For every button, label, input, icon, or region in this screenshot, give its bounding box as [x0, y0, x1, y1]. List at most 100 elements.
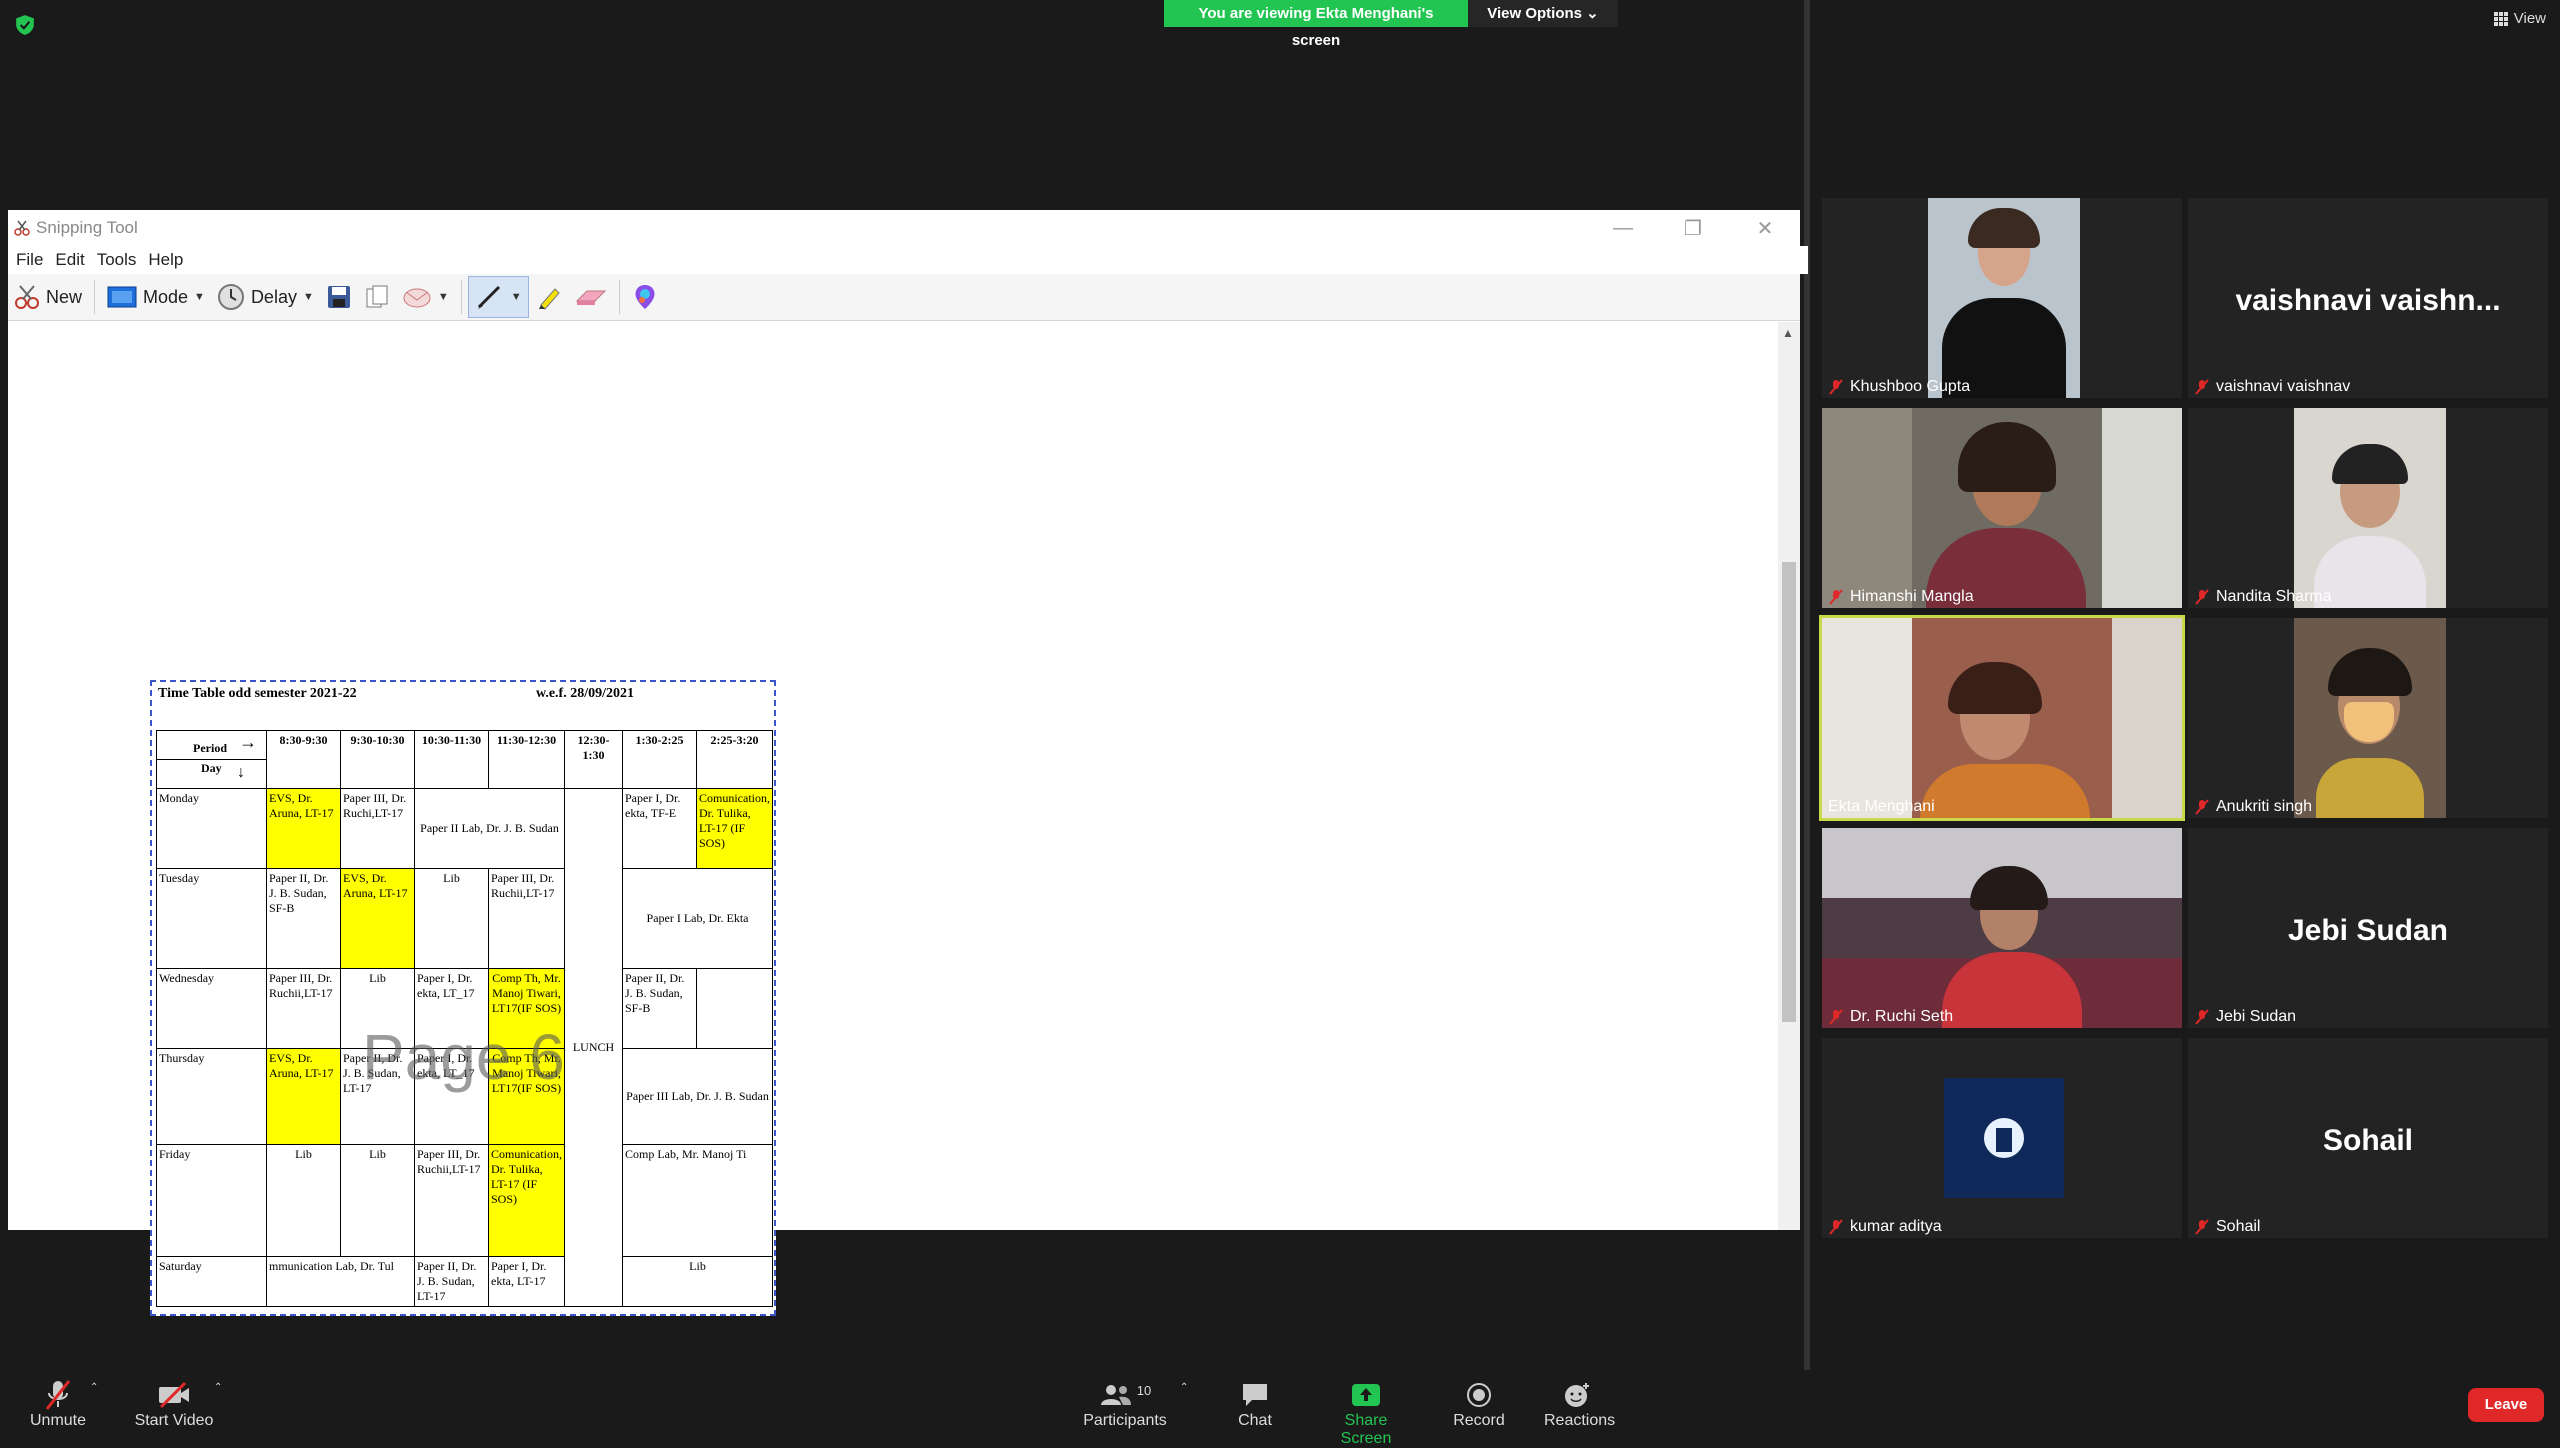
table-row-friday: Friday Lib Lib Paper III, Dr. Ruchii,LT-… [156, 1144, 773, 1257]
panel-divider[interactable] [1804, 0, 1810, 1375]
participant-tile[interactable]: vaishnavi vaishn... vaishnavi vaishnav [2188, 198, 2548, 398]
video-options-icon[interactable]: ⌃ [214, 1382, 222, 1393]
participant-tile[interactable]: Himanshi Mangla [1822, 408, 2182, 608]
copy-icon [366, 285, 388, 308]
class-cell: Lib [622, 1256, 773, 1307]
send-dropdown-icon[interactable]: ▼ [438, 291, 449, 303]
table-header-row: Period → Day ↓ 8:30-9:30 9:30-10:30 10:3… [156, 730, 773, 789]
reactions-label: Reactions [1544, 1412, 1616, 1429]
participant-name: Ekta Menghani [1828, 798, 1935, 815]
participant-tile[interactable]: Nandita Sharma [2188, 408, 2548, 608]
menu-help[interactable]: Help [148, 250, 183, 270]
security-shield-icon[interactable] [14, 14, 36, 36]
menu-edit[interactable]: Edit [55, 250, 84, 270]
day-cell: Tuesday [156, 868, 267, 969]
class-cell: Lib [266, 1144, 341, 1257]
participant-tile[interactable]: Sohail Sohail [2188, 1038, 2548, 1238]
mode-dropdown-icon[interactable]: ▼ [194, 291, 205, 303]
vertical-scrollbar[interactable]: ▲ [1778, 322, 1800, 1230]
record-button[interactable]: Record [1452, 1378, 1506, 1430]
mic-muted-icon [1829, 379, 1843, 395]
lunch-cell: LUNCH [564, 788, 623, 1307]
unmute-label: Unmute [29, 1412, 87, 1429]
participant-tile[interactable]: Khushboo Gupta [1822, 198, 2182, 398]
mic-muted-icon [45, 1380, 71, 1410]
mode-label: Mode [143, 286, 189, 307]
participant-tile[interactable]: Anukriti singh [2188, 618, 2548, 818]
share-screen-button[interactable]: Share Screen [1318, 1378, 1414, 1448]
record-icon [1467, 1383, 1491, 1407]
scrollbar-thumb[interactable] [1782, 562, 1796, 1022]
unmute-button[interactable]: Unmute [28, 1378, 88, 1430]
pen-button[interactable]: ▼ [467, 276, 529, 318]
participant-name: Dr. Ruchi Seth [1828, 1008, 1953, 1026]
participant-display-name: Sohail [2322, 1124, 2413, 1157]
class-cell: Paper III, Dr. Ruchii,LT-17 [266, 968, 341, 1049]
highlighter-icon [538, 288, 560, 310]
new-snip-button[interactable]: New [8, 277, 88, 317]
participant-name: Khushboo Gupta [1828, 378, 1970, 396]
leave-button[interactable]: Leave [2468, 1388, 2544, 1422]
copy-button[interactable] [358, 277, 396, 317]
participant-tile[interactable]: Dr. Ruchi Seth [1822, 828, 2182, 1028]
menu-file[interactable]: File [16, 250, 43, 270]
share-screen-label: Share Screen [1340, 1412, 1392, 1447]
view-options-button[interactable]: View Options ⌄ [1468, 0, 1618, 27]
mic-muted-icon [2195, 799, 2209, 815]
window-title: Snipping Tool [36, 218, 138, 237]
eraser-icon [575, 290, 606, 305]
delay-button[interactable]: Delay ▼ [211, 277, 320, 317]
new-label: New [46, 286, 83, 307]
class-cell: Comunication, Dr. Tulika, LT-17 (IF SOS) [696, 788, 773, 869]
highlighter-button[interactable] [529, 277, 569, 317]
share-screen-icon [1352, 1384, 1380, 1406]
arrow-down-icon: ↓ [237, 764, 245, 781]
day-cell: Thursday [156, 1048, 267, 1145]
toolbar-separator [460, 280, 462, 314]
participants-button[interactable]: 10 Participants [1080, 1378, 1170, 1430]
participants-options-icon[interactable]: ⌃ [1180, 1382, 1188, 1393]
grid-icon [2493, 11, 2508, 26]
minimize-button[interactable]: — [1588, 210, 1658, 246]
mode-button[interactable]: Mode ▼ [101, 277, 211, 317]
table-row-saturday: Saturday mmunication Lab, Dr. Tul Paper … [156, 1256, 773, 1307]
save-button[interactable] [320, 277, 358, 317]
snipping-tool-window: Snipping Tool — ❐ ✕ File Edit Tools Help… [8, 210, 1808, 1316]
start-video-button[interactable]: Start Video [132, 1378, 216, 1430]
eraser-button[interactable] [569, 277, 613, 317]
screen-share-banner: You are viewing Ekta Menghani's screen V… [1164, 0, 1618, 49]
mic-muted-icon [2195, 589, 2209, 605]
timetable-grid: Period → Day ↓ 8:30-9:30 9:30-10:30 10:3… [156, 730, 773, 1307]
menu-tools[interactable]: Tools [97, 250, 137, 270]
chat-button[interactable]: Chat [1232, 1378, 1278, 1430]
delay-dropdown-icon[interactable]: ▼ [303, 291, 314, 303]
period-header-4: 11:30-12:30 [488, 730, 565, 789]
pen-dropdown-icon[interactable]: ▼ [511, 291, 522, 303]
close-button[interactable]: ✕ [1730, 210, 1800, 246]
profile-picture [1944, 1078, 2064, 1198]
period-header-5: 12:30-1:30 [564, 730, 623, 789]
participant-tile[interactable]: kumar aditya [1822, 1038, 2182, 1238]
audio-options-icon[interactable]: ⌃ [90, 1382, 98, 1393]
scroll-up-icon[interactable]: ▲ [1782, 326, 1794, 340]
participant-tile-active-speaker[interactable]: Ekta Menghani [1819, 615, 2185, 821]
send-snip-button[interactable]: ▼ [396, 277, 455, 317]
pen-icon [477, 285, 500, 309]
period-day-header: Period → Day ↓ [156, 730, 267, 789]
lab-cell: Paper I Lab, Dr. Ekta [622, 868, 773, 969]
lab-cell: Comp Lab, Mr. Manoj Ti [622, 1144, 773, 1257]
chat-icon [1243, 1384, 1267, 1406]
mic-muted-icon [1829, 1009, 1843, 1025]
participant-tile[interactable]: Jebi Sudan Jebi Sudan [2188, 828, 2548, 1028]
gallery-view-button[interactable]: View [2493, 10, 2546, 27]
participants-count: 10 [1136, 1382, 1152, 1398]
restore-button[interactable]: ❐ [1658, 210, 1728, 246]
mic-muted-icon [2195, 1219, 2209, 1235]
paint-3d-button[interactable] [626, 277, 664, 317]
participant-name: kumar aditya [1828, 1218, 1942, 1236]
participant-name: Anukriti singh [2194, 798, 2312, 816]
timetable-document: Time Table odd semester 2021-22 w.e.f. 2… [150, 680, 776, 1316]
participant-name: Nandita Sharma [2194, 588, 2332, 606]
table-row-monday: Monday EVS, Dr. Aruna, LT-17 Paper III, … [156, 788, 773, 1307]
reactions-button[interactable]: Reactions [1544, 1378, 1616, 1430]
